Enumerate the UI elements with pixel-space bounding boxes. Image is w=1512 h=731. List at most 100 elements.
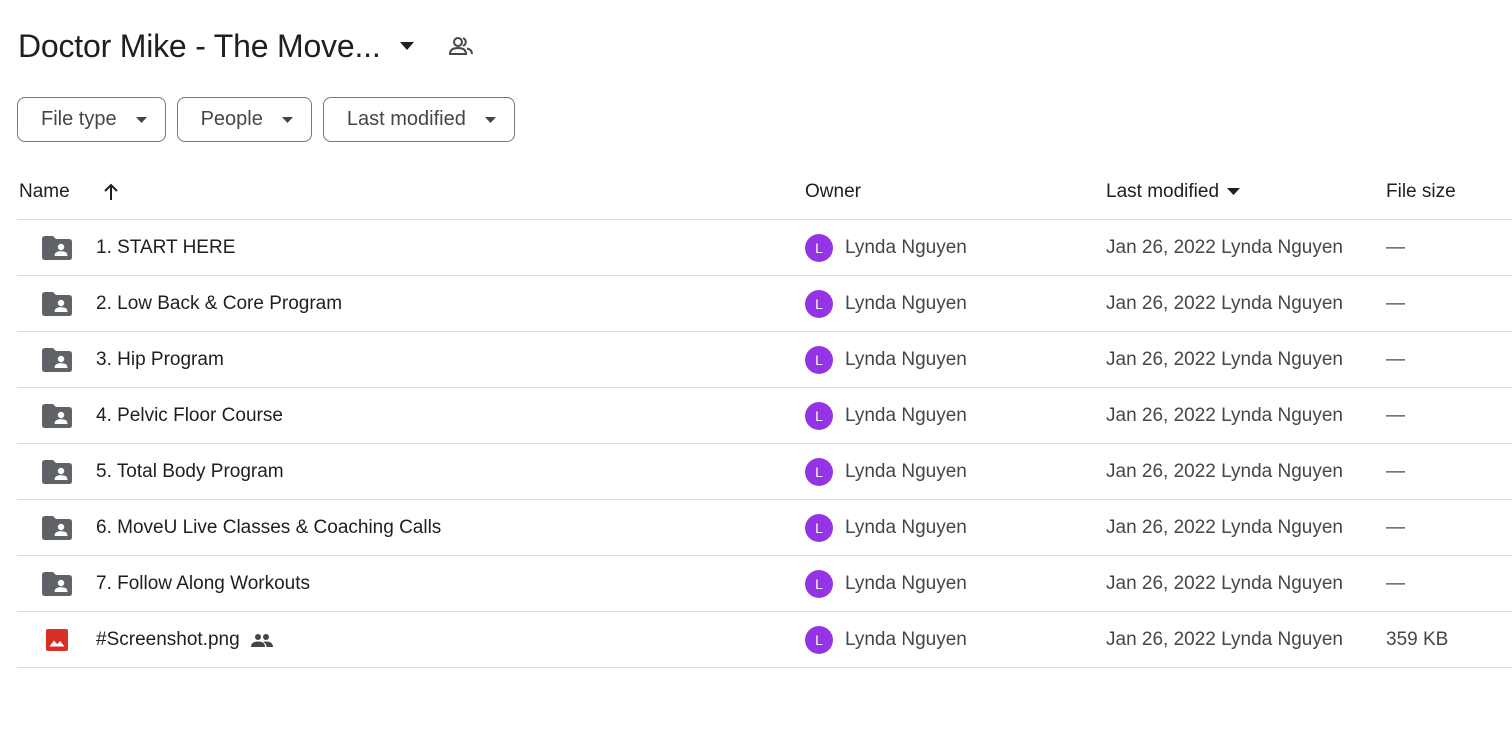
last-modified-column-header[interactable]: Last modified <box>1106 181 1386 203</box>
last-modified-cell: Jan 26, 2022 Lynda Nguyen <box>1106 461 1386 483</box>
table-header: Name Owner Last modified File size <box>17 164 1512 220</box>
last-modified-cell: Jan 26, 2022 Lynda Nguyen <box>1106 629 1386 651</box>
file-size: — <box>1386 404 1405 426</box>
owner-name: Lynda Nguyen <box>845 404 967 426</box>
last-modified-cell: Jan 26, 2022 Lynda Nguyen <box>1106 237 1386 259</box>
file-name[interactable]: 6. MoveU Live Classes & Coaching Calls <box>96 517 441 539</box>
last-modified-cell: Jan 26, 2022 Lynda Nguyen <box>1106 293 1386 315</box>
file-type-filter[interactable]: File type <box>17 97 166 142</box>
modified-text: Jan 26, 2022 Lynda Nguyen <box>1106 628 1343 650</box>
file-name[interactable]: 5. Total Body Program <box>96 461 284 483</box>
shared-folder-icon <box>41 288 73 320</box>
file-name[interactable]: 7. Follow Along Workouts <box>96 573 310 595</box>
file-name[interactable]: 4. Pelvic Floor Course <box>96 405 283 427</box>
last-modified-filter[interactable]: Last modified <box>322 97 515 142</box>
file-size-cell: — <box>1386 349 1512 371</box>
name-cell: #Screenshot.png <box>17 624 805 656</box>
owner-column-header: Owner <box>805 181 1106 203</box>
chip-label: Last modified <box>346 108 466 130</box>
name-column-header[interactable]: Name <box>17 181 805 203</box>
file-size: 359 KB <box>1386 628 1449 650</box>
file-size-cell: — <box>1386 293 1512 315</box>
shared-folder-icon <box>41 232 73 264</box>
image-file-icon <box>41 624 73 656</box>
modified-text: Jan 26, 2022 Lynda Nguyen <box>1106 404 1343 426</box>
table-row[interactable]: 1. START HERE L Lynda Nguyen Jan 26, 202… <box>17 220 1512 276</box>
owner-name: Lynda Nguyen <box>845 460 967 482</box>
owner-name: Lynda Nguyen <box>845 572 967 594</box>
last-modified-header-label: Last modified <box>1106 180 1220 202</box>
owner-cell: L Lynda Nguyen <box>805 513 1106 542</box>
table-row[interactable]: 6. MoveU Live Classes & Coaching Calls L… <box>17 500 1512 556</box>
people-filter[interactable]: People <box>176 97 312 142</box>
arrow-drop-down-icon[interactable] <box>1225 184 1241 200</box>
modified-text: Jan 26, 2022 Lynda Nguyen <box>1106 236 1343 258</box>
file-size-cell: — <box>1386 405 1512 427</box>
avatar: L <box>805 457 833 486</box>
file-list: Name Owner Last modified File size 1. ST… <box>17 164 1512 668</box>
file-size: — <box>1386 236 1405 258</box>
shared-people-icon <box>250 628 274 652</box>
modified-text: Jan 26, 2022 Lynda Nguyen <box>1106 292 1343 314</box>
owner-cell: L Lynda Nguyen <box>805 401 1106 430</box>
arrow-upward-icon[interactable] <box>100 181 122 203</box>
shared-folder-icon <box>41 568 73 600</box>
owner-header-label: Owner <box>805 180 861 202</box>
owner-name: Lynda Nguyen <box>845 236 967 258</box>
owner-name: Lynda Nguyen <box>845 348 967 370</box>
chip-label: File type <box>41 108 117 130</box>
name-cell: 1. START HERE <box>17 232 805 264</box>
name-cell: 2. Low Back & Core Program <box>17 288 805 320</box>
file-name[interactable]: 3. Hip Program <box>96 349 224 371</box>
file-size-cell: — <box>1386 517 1512 539</box>
shared-folder-icon <box>41 400 73 432</box>
name-cell: 4. Pelvic Floor Course <box>17 400 805 432</box>
modified-text: Jan 26, 2022 Lynda Nguyen <box>1106 460 1343 482</box>
owner-name: Lynda Nguyen <box>845 292 967 314</box>
last-modified-cell: Jan 26, 2022 Lynda Nguyen <box>1106 517 1386 539</box>
table-row[interactable]: 2. Low Back & Core Program L Lynda Nguye… <box>17 276 1512 332</box>
name-cell: 3. Hip Program <box>17 344 805 376</box>
arrow-drop-down-icon[interactable] <box>395 34 419 58</box>
last-modified-cell: Jan 26, 2022 Lynda Nguyen <box>1106 573 1386 595</box>
table-row[interactable]: 4. Pelvic Floor Course L Lynda Nguyen Ja… <box>17 388 1512 444</box>
arrow-drop-down-icon <box>482 111 500 129</box>
modified-text: Jan 26, 2022 Lynda Nguyen <box>1106 348 1343 370</box>
table-row[interactable]: #Screenshot.png L Lynda Nguyen Jan 26, 2… <box>17 612 1512 668</box>
avatar: L <box>805 625 833 654</box>
chip-label: People <box>200 108 263 130</box>
last-modified-cell: Jan 26, 2022 Lynda Nguyen <box>1106 405 1386 427</box>
arrow-drop-down-icon <box>133 111 151 129</box>
file-size-cell: — <box>1386 237 1512 259</box>
file-size-column-header: File size <box>1386 181 1512 203</box>
filter-chips: File type People Last modified <box>17 97 515 142</box>
owner-cell: L Lynda Nguyen <box>805 233 1106 262</box>
shared-folder-icon <box>41 456 73 488</box>
avatar: L <box>805 401 833 430</box>
file-name[interactable]: 1. START HERE <box>96 237 235 259</box>
file-size: — <box>1386 348 1405 370</box>
name-cell: 5. Total Body Program <box>17 456 805 488</box>
avatar: L <box>805 289 833 318</box>
file-size-cell: — <box>1386 461 1512 483</box>
folder-title[interactable]: Doctor Mike - The Move... <box>18 28 381 65</box>
file-size: — <box>1386 292 1405 314</box>
last-modified-cell: Jan 26, 2022 Lynda Nguyen <box>1106 349 1386 371</box>
name-cell: 7. Follow Along Workouts <box>17 568 805 600</box>
file-size-cell: 359 KB <box>1386 629 1512 651</box>
owner-cell: L Lynda Nguyen <box>805 345 1106 374</box>
avatar: L <box>805 569 833 598</box>
file-size: — <box>1386 572 1405 594</box>
owner-cell: L Lynda Nguyen <box>805 457 1106 486</box>
table-row[interactable]: 3. Hip Program L Lynda Nguyen Jan 26, 20… <box>17 332 1512 388</box>
folder-header: Doctor Mike - The Move... <box>18 24 475 68</box>
file-name[interactable]: 2. Low Back & Core Program <box>96 293 342 315</box>
modified-text: Jan 26, 2022 Lynda Nguyen <box>1106 516 1343 538</box>
file-name[interactable]: #Screenshot.png <box>96 629 240 651</box>
shared-folder-icon <box>41 344 73 376</box>
table-row[interactable]: 5. Total Body Program L Lynda Nguyen Jan… <box>17 444 1512 500</box>
file-size-cell: — <box>1386 573 1512 595</box>
name-cell: 6. MoveU Live Classes & Coaching Calls <box>17 512 805 544</box>
people-outline-icon[interactable] <box>447 32 475 60</box>
table-row[interactable]: 7. Follow Along Workouts L Lynda Nguyen … <box>17 556 1512 612</box>
